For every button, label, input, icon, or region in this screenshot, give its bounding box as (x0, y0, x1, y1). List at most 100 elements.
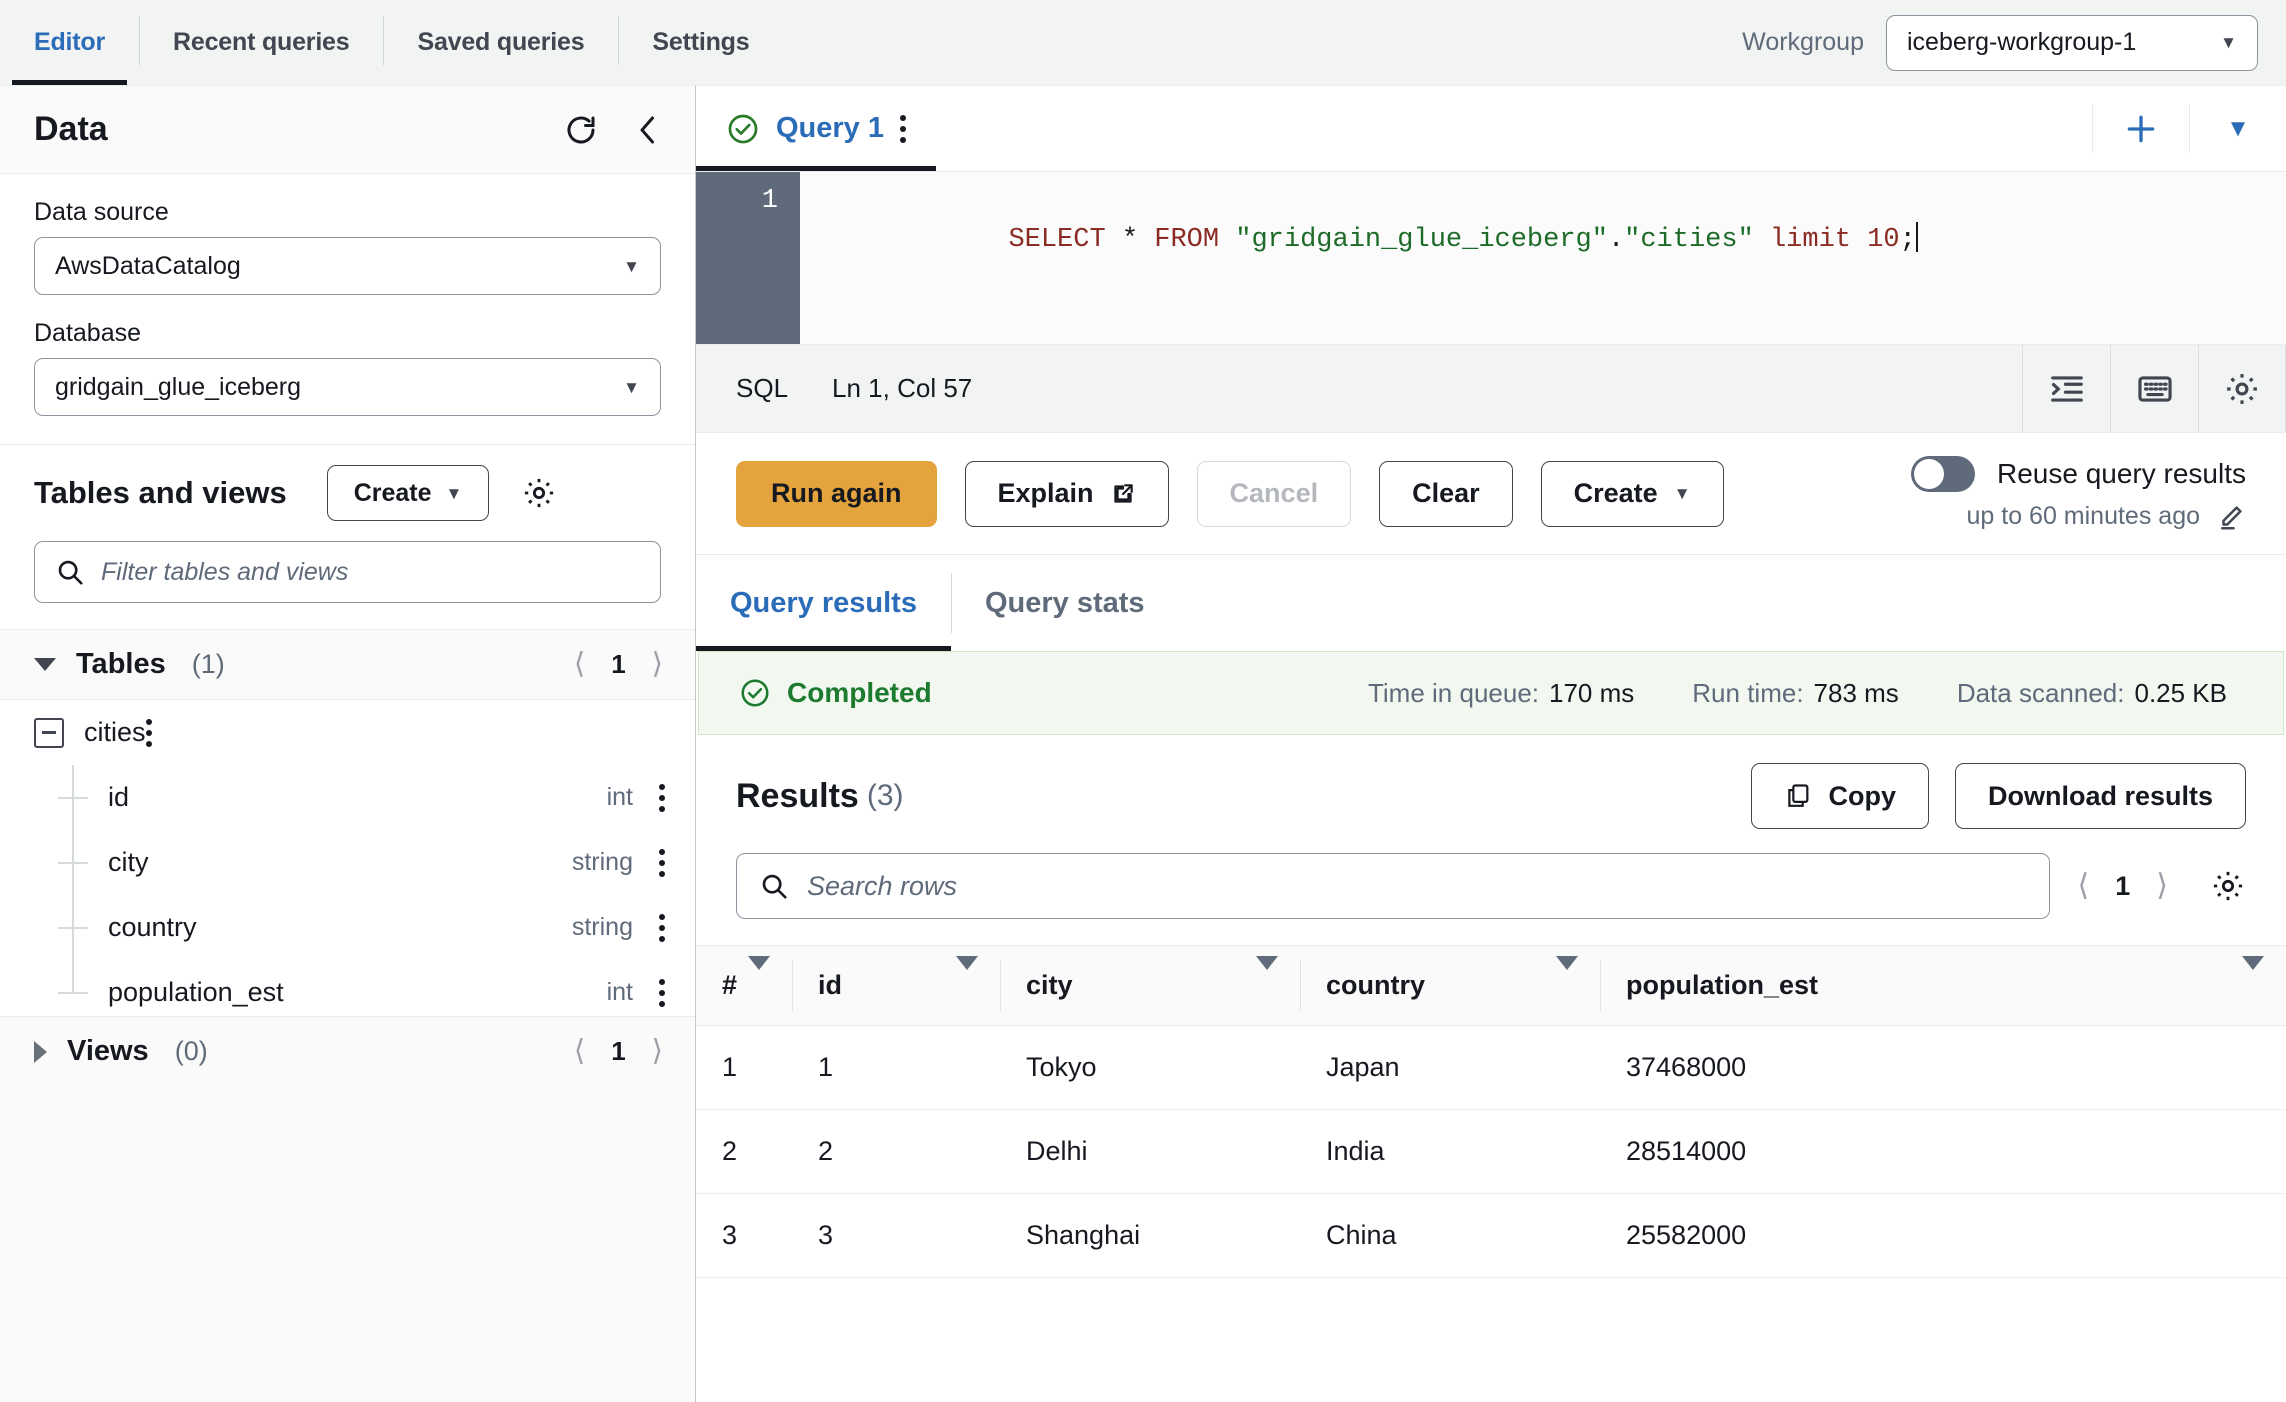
keyboard-shortcuts-icon[interactable] (2110, 345, 2198, 432)
create-table-button[interactable]: Create ▼ (326, 465, 490, 521)
tree-guide-line (72, 895, 74, 960)
tables-tree: cities id int city string country string… (0, 700, 695, 1016)
search-icon (55, 557, 85, 587)
tables-pager: ⟨ 1 ⟩ (574, 649, 663, 680)
explain-button[interactable]: Explain (964, 460, 1169, 527)
query-tab-1[interactable]: Query 1 (696, 86, 936, 171)
edit-pencil-icon[interactable] (2216, 502, 2246, 532)
results-settings-gear-icon[interactable] (2210, 868, 2246, 904)
column-header-number-label: # (722, 970, 738, 1000)
column-options-kebab-icon[interactable] (659, 848, 665, 877)
tables-page-number[interactable]: 1 (611, 649, 625, 680)
views-prev-page-icon[interactable]: ⟨ (574, 1037, 585, 1066)
search-rows-input[interactable] (807, 870, 2027, 902)
download-results-button[interactable]: Download results (1954, 763, 2246, 829)
reuse-query-results-toggle[interactable] (1910, 455, 1975, 492)
results-prev-page-icon[interactable]: ⟨ (2078, 871, 2090, 901)
workgroup-select[interactable]: iceberg-workgroup-1 ▼ (1886, 14, 2258, 71)
search-icon (759, 871, 789, 901)
reuse-duration-row: up to 60 minutes ago (1967, 502, 2247, 532)
sort-triangle-icon[interactable] (748, 956, 770, 1001)
table-row[interactable]: 1 1 Tokyo Japan 37468000 (696, 1025, 2286, 1110)
nav-tab-editor[interactable]: Editor (0, 0, 139, 85)
run-time-value: 783 ms (1813, 677, 1899, 708)
tree-item-table-cities[interactable]: cities (0, 700, 695, 765)
text-cursor (1915, 222, 1918, 253)
tables-settings-gear-icon[interactable] (521, 475, 557, 511)
create-query-button[interactable]: Create ▼ (1540, 460, 1724, 527)
table-row[interactable]: 2 2 Delhi India 28514000 (696, 1109, 2286, 1194)
query-tab-options-kebab-icon[interactable] (900, 114, 906, 143)
run-again-button[interactable]: Run again (736, 460, 937, 527)
column-options-kebab-icon[interactable] (659, 913, 665, 942)
sql-editor[interactable]: 1 SELECT * FROM "gridgain_glue_iceberg".… (696, 172, 2286, 345)
editor-language-label: SQL (736, 373, 789, 403)
workgroup-label: Workgroup (1742, 28, 1864, 56)
column-name-label: population_est (108, 977, 284, 1007)
nav-tab-saved-queries[interactable]: Saved queries (383, 0, 618, 85)
sql-token-database: "gridgain_glue_iceberg" (1235, 225, 1608, 256)
tree-item-column-id[interactable]: id int (0, 765, 695, 830)
editor-resize-grip[interactable] (2252, 314, 2278, 340)
clear-button[interactable]: Clear (1379, 460, 1513, 527)
database-select[interactable]: gridgain_glue_iceberg ▼ (34, 358, 661, 416)
sort-triangle-icon[interactable] (2242, 956, 2264, 1001)
new-query-tab-button[interactable] (2093, 86, 2189, 171)
column-header-city[interactable]: city (1000, 945, 1300, 1026)
time-in-queue-value: 170 ms (1549, 677, 1635, 708)
results-table-body: 1 1 Tokyo Japan 37468000 2 2 Delhi India… (696, 1025, 2286, 1278)
sort-triangle-icon[interactable] (1256, 956, 1278, 1001)
column-options-kebab-icon[interactable] (659, 978, 665, 1007)
tree-item-column-country[interactable]: country string (0, 895, 695, 960)
column-header-country-label: country (1326, 970, 1426, 1000)
collapse-table-icon[interactable] (34, 717, 64, 748)
cell-population-est: 25582000 (1600, 1193, 2286, 1278)
sort-triangle-icon[interactable] (956, 956, 978, 1001)
views-group-name: Views (67, 1035, 149, 1067)
tab-query-stats[interactable]: Query stats (950, 555, 1179, 651)
views-group-header[interactable]: Views (0) ⟨ 1 ⟩ (0, 1016, 695, 1086)
filter-tables-input-wrap[interactable] (34, 541, 661, 603)
tables-prev-page-icon[interactable]: ⟨ (574, 650, 585, 679)
data-source-select[interactable]: AwsDataCatalog ▼ (34, 237, 661, 295)
query-tab-dropdown-button[interactable]: ▼ (2190, 86, 2286, 171)
column-header-id[interactable]: id (792, 945, 1000, 1026)
nav-tab-settings[interactable]: Settings (618, 0, 783, 85)
explain-button-label: Explain (997, 478, 1094, 508)
editor-settings-gear-icon[interactable] (2198, 345, 2286, 432)
cell-id: 3 (792, 1193, 1000, 1278)
tree-item-column-population-est[interactable]: population_est int (0, 960, 695, 1016)
sort-triangle-icon[interactable] (1556, 956, 1578, 1001)
results-next-page-icon[interactable]: ⟩ (2156, 871, 2168, 901)
tab-query-results[interactable]: Query results (696, 555, 951, 651)
copy-results-button[interactable]: Copy (1751, 763, 1929, 829)
column-type-label: string (571, 848, 633, 876)
column-header-country[interactable]: country (1300, 945, 1600, 1026)
tables-next-page-icon[interactable]: ⟩ (652, 650, 663, 679)
filter-tables-input[interactable] (101, 557, 640, 587)
search-rows-input-wrap[interactable] (736, 853, 2050, 919)
copy-results-button-label: Copy (1828, 780, 1896, 811)
table-row[interactable]: 3 3 Shanghai China 25582000 (696, 1193, 2286, 1278)
time-in-queue-label: Time in queue: (1367, 677, 1540, 708)
tree-item-column-city[interactable]: city string (0, 830, 695, 895)
column-header-population-est-label: population_est (1626, 970, 1819, 1000)
column-header-number[interactable]: # (696, 945, 792, 1026)
nav-tab-recent-queries[interactable]: Recent queries (139, 0, 383, 85)
collapse-panel-icon[interactable] (633, 112, 663, 148)
nav-tab-saved-queries-label: Saved queries (417, 28, 585, 56)
table-options-kebab-icon[interactable] (145, 718, 152, 747)
format-query-icon[interactable] (2022, 345, 2110, 432)
refresh-icon[interactable] (563, 112, 599, 148)
views-page-number[interactable]: 1 (611, 1036, 625, 1067)
tables-group-header[interactable]: Tables (1) ⟨ 1 ⟩ (0, 629, 695, 700)
editor-code-area[interactable]: SELECT * FROM "gridgain_glue_iceberg"."c… (800, 172, 2286, 344)
tables-group-name: Tables (76, 648, 166, 680)
results-page-number[interactable]: 1 (2115, 871, 2130, 902)
clear-button-label: Clear (1412, 478, 1480, 508)
results-actions: Copy Download results (1751, 763, 2246, 829)
column-options-kebab-icon[interactable] (659, 783, 665, 812)
column-header-population-est[interactable]: population_est (1600, 945, 2286, 1026)
views-next-page-icon[interactable]: ⟩ (652, 1037, 663, 1066)
query-status-check-icon (726, 112, 760, 146)
